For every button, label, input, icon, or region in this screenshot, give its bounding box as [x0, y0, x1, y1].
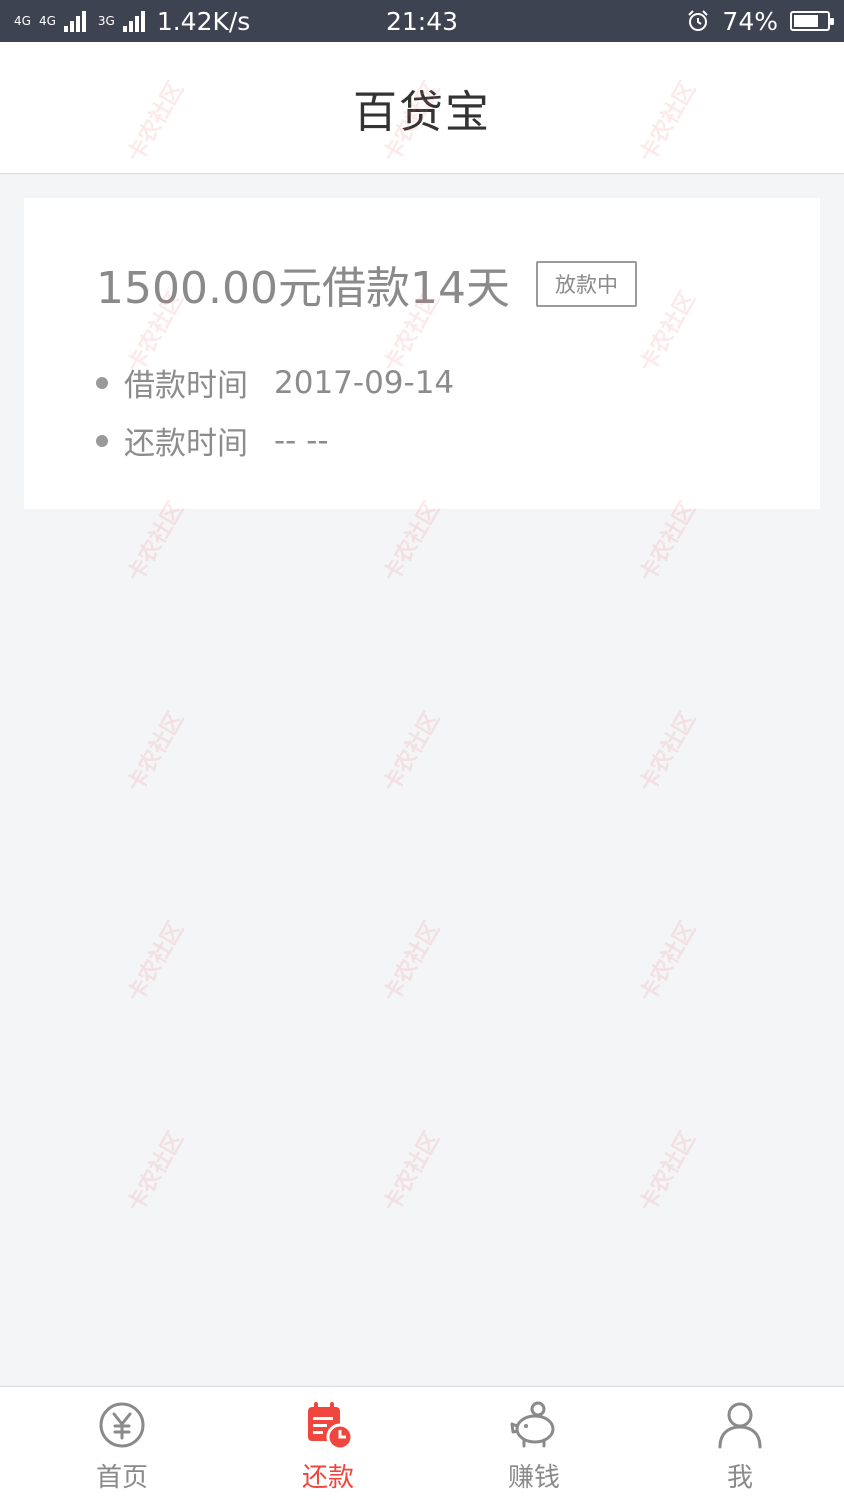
borrow-time-label: 借款时间 — [124, 368, 248, 404]
repay-time-label: 还款时间 — [124, 426, 248, 462]
repay-time-row: 还款时间 -- -- — [96, 418, 329, 463]
app-header: 百贷宝 — [0, 42, 844, 174]
status-badge: 放款中 — [535, 261, 637, 307]
tab-me-label: 我 — [726, 1463, 753, 1493]
borrow-time-value: 2017-09-14 — [274, 364, 455, 401]
loan-card[interactable]: 1500.00元借款14天 放款中 借款时间 2017-09-14 还款时间 -… — [24, 198, 820, 509]
tab-repay-label: 还款 — [301, 1463, 354, 1493]
tab-earn[interactable]: 赚钱 — [464, 1387, 604, 1500]
person-icon — [718, 1402, 762, 1449]
watermark: 卡农社区 — [123, 917, 190, 1007]
network-type-3: 3G — [97, 14, 115, 28]
network-type-3g: 3G — [98, 15, 115, 27]
network-speed: 1.42K/s — [156, 6, 251, 36]
network-type-2: 4G — [38, 14, 56, 28]
alarm-icon — [688, 10, 709, 31]
watermark: 卡农社区 — [635, 1127, 702, 1217]
loan-title: 1500.00元借款14天 — [96, 263, 510, 314]
watermark: 卡农社区 — [379, 707, 446, 797]
watermark: 卡农社区 — [635, 707, 702, 797]
tab-home-label: 首页 — [95, 1463, 148, 1493]
tab-me[interactable]: 我 — [670, 1387, 810, 1500]
borrow-time-row: 借款时间 2017-09-14 — [96, 360, 454, 405]
tab-home[interactable]: 首页 — [52, 1387, 192, 1500]
network-type-1: 4G — [14, 14, 31, 28]
bullet-icon — [96, 434, 108, 447]
watermark: 卡农社区 — [123, 707, 190, 797]
watermark: 卡农社区 — [635, 917, 702, 1007]
tab-repay[interactable]: 还款 — [258, 1387, 398, 1500]
battery-level — [794, 15, 818, 27]
network-type: 4G — [14, 15, 31, 27]
battery-percent: 74% — [722, 6, 778, 36]
bottom-tab-bar: 首页 还款 赚钱 我 — [0, 1386, 844, 1500]
signal-icon — [63, 10, 86, 32]
calendar-clock-icon — [308, 1402, 354, 1451]
watermark: 卡农社区 — [123, 1127, 190, 1217]
loan-title-row: 1500.00元借款14天 放款中 — [96, 252, 637, 316]
status-left: 4G 4G 3G 1.42K/s — [14, 7, 250, 36]
battery-icon — [790, 11, 834, 31]
watermark: 卡农社区 — [379, 917, 446, 1007]
yuan-icon — [99, 1402, 145, 1448]
piggy-bank-icon — [510, 1401, 555, 1448]
repay-time-value: -- -- — [274, 422, 329, 459]
page-title: 百贷宝 — [353, 86, 491, 138]
bullet-icon — [96, 376, 108, 389]
network-type-secondary: 4G — [39, 15, 56, 27]
signal-icon-2 — [122, 10, 145, 32]
watermark: 卡农社区 — [379, 1127, 446, 1217]
status-right: 74% — [686, 6, 834, 36]
status-bar: 4G 4G 3G 1.42K/s 21:43 74% — [0, 0, 844, 42]
tab-earn-label: 赚钱 — [507, 1463, 560, 1493]
